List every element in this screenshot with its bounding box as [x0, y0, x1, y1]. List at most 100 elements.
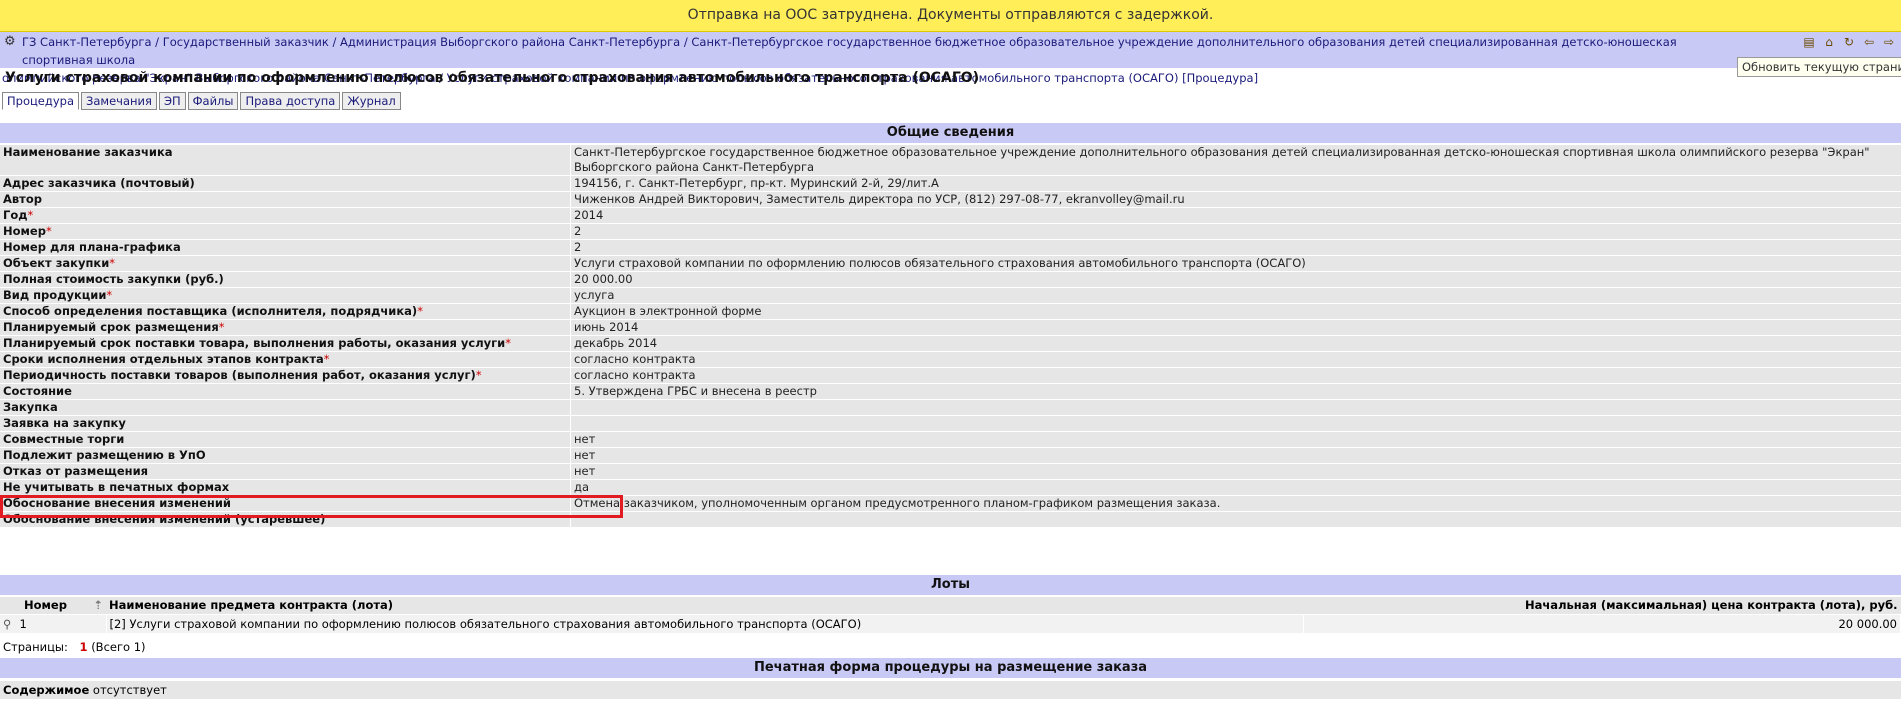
- info-row: Объект закупки* Услуги страховой компании…: [0, 255, 1901, 272]
- info-label: Не учитывать в печатных формах: [0, 479, 571, 496]
- info-row: Закупка: [0, 399, 1901, 416]
- general-info-table: Наименование заказчика Санкт-Петербургско…: [0, 145, 1901, 528]
- tab-journal[interactable]: Журнал: [342, 92, 401, 110]
- lots-column-name[interactable]: Наименование предмета контракта (лота): [106, 597, 1304, 615]
- required-marker: *: [475, 368, 482, 382]
- info-label: Полная стоимость закупки (руб.): [0, 271, 571, 288]
- info-value: 2014: [570, 207, 1901, 224]
- tab-files[interactable]: Файлы: [187, 92, 239, 110]
- info-row: Адрес заказчика (почтовый) 194156, г. Сан…: [0, 175, 1901, 192]
- info-value: нет: [570, 431, 1901, 448]
- breadcrumb-bar: ⚙ ГЗ Санкт-Петербурга / Государственный …: [0, 32, 1901, 85]
- page-link-current[interactable]: 1: [80, 640, 88, 654]
- required-marker: *: [218, 320, 225, 334]
- info-value: 20 000.00: [570, 271, 1901, 288]
- info-label-text: Объект закупки: [3, 256, 110, 270]
- info-label: Планируемый срок поставки товара, выполн…: [0, 335, 571, 352]
- info-label: Совместные торги: [0, 431, 571, 448]
- info-row: Заявка на закупку: [0, 415, 1901, 432]
- tab-remarks[interactable]: Замечания: [81, 92, 157, 110]
- info-row: Периодичность поставки товаров (выполнен…: [0, 367, 1901, 384]
- info-row: Автор Чиженков Андрей Викторович, Замести…: [0, 191, 1901, 208]
- breadcrumb-line-1[interactable]: ГЗ Санкт-Петербурга / Государственный за…: [22, 33, 1742, 69]
- info-label-text: Отказ от размещения: [3, 464, 149, 478]
- info-label: Сроки исполнения отдельных этапов контра…: [0, 351, 571, 368]
- info-label-text: Наименование заказчика: [3, 145, 173, 159]
- info-row: Год* 2014: [0, 207, 1901, 224]
- info-value: согласно контракта: [570, 367, 1901, 384]
- refresh-tooltip: Обновить текущую страницу: [1737, 57, 1901, 77]
- table-row[interactable]: ⚲ 1 [2] Услуги страховой компании по оформ…: [0, 614, 1901, 633]
- lots-column-price[interactable]: Начальная (максимальная) цена контракта …: [1303, 597, 1901, 615]
- info-row: Вид продукции* услуга: [0, 287, 1901, 304]
- info-label: Заявка на закупку: [0, 415, 571, 432]
- info-value: декабрь 2014: [570, 335, 1901, 352]
- info-label-text: Автор: [3, 192, 42, 206]
- info-label: Автор: [0, 191, 571, 208]
- info-value: Отмена заказчиком, уполномоченным органо…: [570, 495, 1901, 512]
- info-label: Обоснование внесения изменений (устаревш…: [0, 511, 571, 528]
- pages-label: Страницы:: [3, 640, 68, 654]
- info-value: Санкт-Петербургское государственное бюдж…: [570, 145, 1901, 176]
- tree-icon[interactable]: ⚙: [4, 34, 16, 49]
- info-label-text: Не учитывать в печатных формах: [3, 480, 230, 494]
- pagination: Страницы: 1 (Всего 1): [3, 640, 146, 654]
- pages-total: (Всего 1): [91, 640, 146, 654]
- info-label: Планируемый срок размещения*: [0, 319, 571, 336]
- content-value: отсутствует: [92, 683, 167, 697]
- info-value: услуга: [570, 287, 1901, 304]
- info-row: Наименование заказчика Санкт-Петербургско…: [0, 145, 1901, 176]
- lot-name[interactable]: [2] Услуги страховой компании по оформле…: [106, 614, 1304, 633]
- info-label-text: Вид продукции: [3, 288, 107, 302]
- home-icon[interactable]: ⌂: [1821, 34, 1837, 50]
- info-label: Отказ от размещения: [0, 463, 571, 480]
- info-label: Периодичность поставки товаров (выполнен…: [0, 367, 571, 384]
- info-label-text: Адрес заказчика (почтовый): [3, 176, 195, 190]
- lot-action-icon[interactable]: ⚲: [3, 617, 11, 631]
- lot-number: 1: [19, 617, 27, 631]
- general-info-heading: Общие сведения: [0, 123, 1901, 143]
- print-form-heading: Печатная форма процедуры на размещение з…: [0, 658, 1901, 678]
- info-label-text: Обоснование внесения изменений: [3, 496, 231, 510]
- info-value: [570, 399, 1901, 416]
- info-label: Номер*: [0, 223, 571, 240]
- tab-signature[interactable]: ЭП: [158, 92, 186, 110]
- info-label: Год*: [0, 207, 571, 224]
- info-row: Обоснование внесения изменений (устаревш…: [0, 511, 1901, 528]
- tab-access-rights[interactable]: Права доступа: [240, 92, 341, 110]
- info-label-text: Периодичность поставки товаров (выполнен…: [3, 368, 476, 382]
- info-row: Планируемый срок поставки товара, выполн…: [0, 335, 1901, 352]
- info-label: Подлежит размещению в УпО: [0, 447, 571, 464]
- lots-column-number[interactable]: Номер ⇡: [0, 597, 106, 615]
- required-marker: *: [417, 304, 423, 318]
- required-marker: *: [505, 336, 511, 350]
- info-row: Состояние 5. Утверждена ГРБС и внесена в …: [0, 383, 1901, 400]
- folder-icon[interactable]: ▤: [1801, 34, 1817, 50]
- lot-price: 20 000.00: [1303, 614, 1901, 633]
- info-label-text: Совместные торги: [3, 432, 125, 446]
- tab-procedure[interactable]: Процедура: [2, 92, 79, 110]
- content-label: Содержимое: [3, 683, 90, 697]
- info-value: 2: [570, 239, 1901, 256]
- info-label-text: Год: [3, 208, 28, 222]
- info-value: Чиженков Андрей Викторович, Заместитель …: [570, 191, 1901, 208]
- info-value: 2: [570, 223, 1901, 240]
- back-arrow-icon[interactable]: ⇦: [1861, 34, 1877, 50]
- print-form-content: Содержимое отсутствует: [0, 681, 1901, 699]
- tab-bar: Процедура Замечания ЭП Файлы Права досту…: [2, 92, 401, 110]
- sort-arrow-icon[interactable]: ⇡: [93, 597, 103, 614]
- info-label-text: Состояние: [3, 384, 72, 398]
- info-value: нет: [570, 463, 1901, 480]
- required-marker: *: [45, 224, 52, 238]
- info-label: Способ определения поставщика (исполните…: [0, 303, 571, 320]
- info-value: [570, 415, 1901, 432]
- info-label: Состояние: [0, 383, 571, 400]
- info-value: согласно контракта: [570, 351, 1901, 368]
- refresh-icon[interactable]: ↻: [1841, 34, 1857, 50]
- info-row: Полная стоимость закупки (руб.) 20 000.00: [0, 271, 1901, 288]
- system-notice: Отправка на ООС затруднена. Документы от…: [0, 0, 1901, 32]
- lots-table: Номер ⇡ Наименование предмета контракта …: [0, 597, 1901, 633]
- info-row: Совместные торги нет: [0, 431, 1901, 448]
- forward-arrow-icon[interactable]: ⇨: [1881, 34, 1897, 50]
- info-row: Номер для плана-графика 2: [0, 239, 1901, 256]
